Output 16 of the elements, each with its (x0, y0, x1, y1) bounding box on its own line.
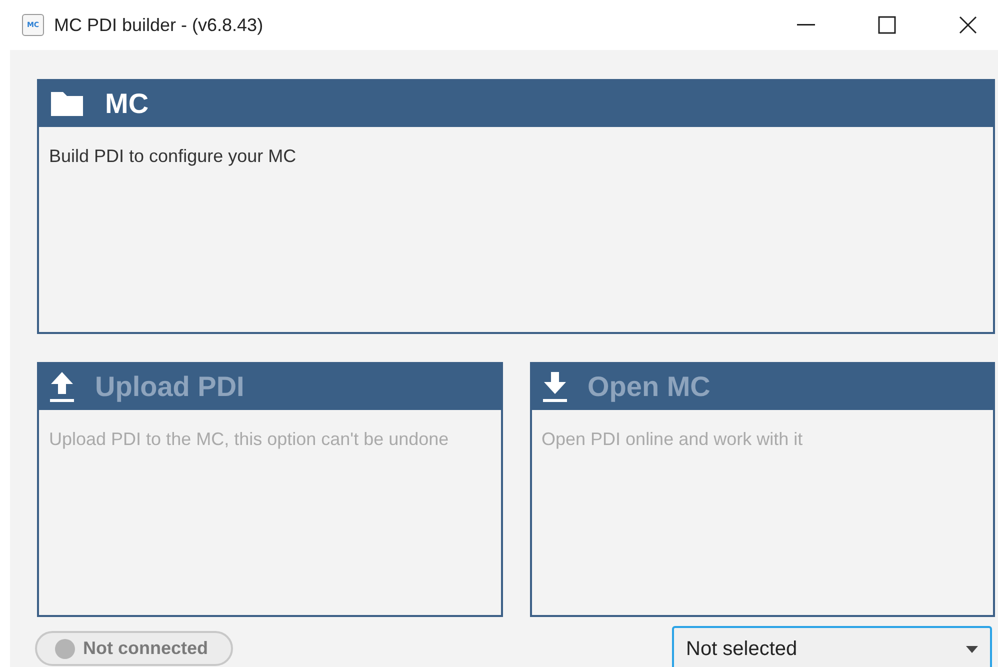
status-label: Not connected (83, 638, 208, 659)
device-dropdown[interactable]: Not selected (672, 626, 992, 667)
folder-icon (49, 90, 85, 118)
card-title: MC (105, 88, 149, 120)
card-description: Build PDI to configure your MC (49, 145, 298, 168)
caret-icon (966, 646, 978, 652)
card-description: Upload PDI to the MC, this option can't be undone (49, 428, 450, 451)
card-description: Open PDI online and work with it (542, 428, 804, 451)
close-icon (959, 16, 977, 34)
download-icon (542, 371, 568, 403)
card-title: Upload PDI (95, 371, 244, 403)
card-title: Open MC (588, 371, 710, 403)
minimize-icon (797, 24, 815, 26)
maximize-icon (878, 16, 896, 34)
upload-icon (49, 371, 75, 403)
window-title: MC PDI builder - (v6.8.43) (54, 14, 264, 36)
